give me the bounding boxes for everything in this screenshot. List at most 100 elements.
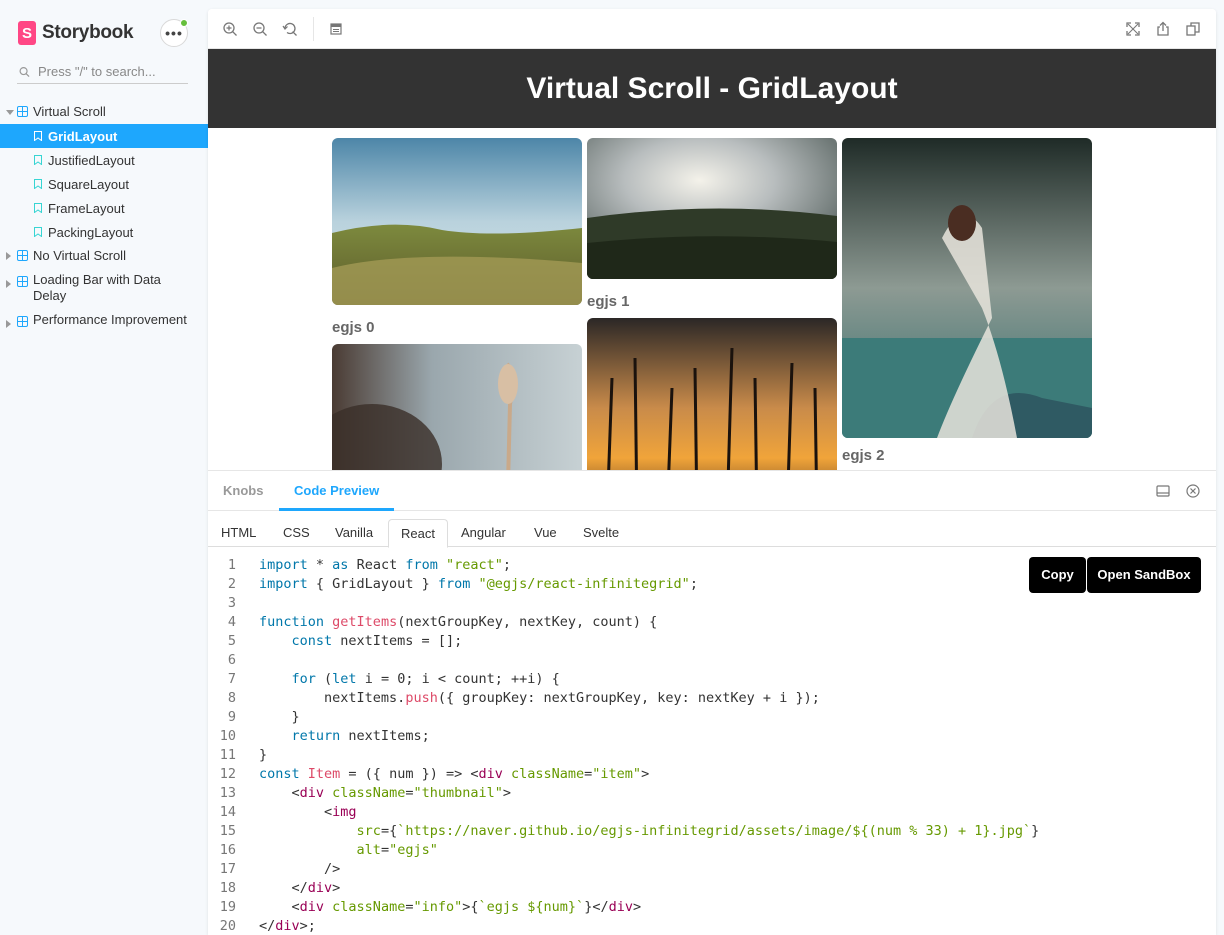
grid-item[interactable] [587, 318, 837, 470]
code-text: const Item = ({ num }) => <div className… [259, 766, 650, 782]
collapsed-arrow-icon [6, 280, 11, 288]
search-box[interactable] [17, 60, 188, 84]
story-label: SquareLayout [48, 176, 129, 192]
open-sandbox-button[interactable]: Open SandBox [1087, 557, 1201, 593]
copy-link-icon[interactable] [1185, 21, 1201, 37]
story-square-layout[interactable]: SquareLayout [0, 172, 208, 196]
code-text: function getItems(nextGroupKey, nextKey,… [259, 614, 658, 630]
bookmark-icon [34, 131, 42, 141]
line-number: 19 [219, 899, 236, 915]
storybook-logo-icon: S [18, 21, 36, 45]
code-text: </div>; [259, 918, 316, 934]
preview-toolbar [208, 9, 1216, 49]
code-text: <div className="info">{`egjs ${num}`}</d… [259, 899, 642, 915]
grid-item[interactable]: egjs 1 [587, 138, 837, 310]
line-number: 1 [227, 557, 236, 573]
collapsed-arrow-icon [6, 320, 11, 328]
thumbnail [587, 138, 837, 279]
tab-knobs[interactable]: Knobs [208, 471, 278, 511]
tab-react[interactable]: React [388, 519, 448, 548]
thumbnail [587, 318, 837, 470]
search-input[interactable] [38, 64, 188, 79]
item-info: egjs 0 [332, 319, 375, 336]
story-canvas[interactable]: Virtual Scroll - GridLayout egjs 0 egjs … [208, 49, 1216, 470]
code-text: import { GridLayout } from "@egjs/react-… [259, 576, 698, 592]
notification-dot [180, 19, 188, 27]
story-label: FrameLayout [48, 200, 125, 216]
line-number: 7 [227, 671, 236, 687]
component-icon [17, 250, 28, 261]
line-number: 11 [219, 747, 236, 763]
component-icon [17, 106, 28, 117]
background-icon[interactable] [328, 21, 344, 37]
tab-vanilla[interactable]: Vanilla [323, 519, 385, 547]
story-tree: Virtual Scroll GridLayout JustifiedLayou… [0, 100, 208, 348]
line-number: 2 [227, 576, 236, 592]
collapsed-arrow-icon [6, 252, 11, 260]
item-info: egjs 1 [587, 293, 630, 310]
zoom-reset-icon[interactable] [282, 21, 298, 37]
tab-angular[interactable]: Angular [449, 519, 518, 547]
code-text: </div> [259, 880, 341, 896]
story-packing-layout[interactable]: PackingLayout [0, 220, 208, 244]
line-number: 14 [219, 804, 236, 820]
zoom-out-icon[interactable] [252, 21, 268, 37]
story-label: PackingLayout [48, 224, 134, 240]
reed-image [332, 344, 582, 470]
code-text: alt="egjs" [356, 842, 438, 858]
story-frame-layout[interactable]: FrameLayout [0, 196, 208, 220]
tree-group-label: No Virtual Scroll [33, 248, 126, 263]
tree-group-loading-bar[interactable]: Loading Bar with Data Delay [0, 268, 208, 308]
zoom-in-icon[interactable] [222, 21, 238, 37]
ellipsis-icon: ••• [165, 25, 183, 41]
panel-orientation-icon[interactable] [1156, 484, 1170, 498]
tab-svelte[interactable]: Svelte [571, 519, 631, 547]
code-text: <div className="thumbnail"> [259, 785, 512, 801]
line-number: 8 [227, 690, 236, 706]
code-text: import * as React from "react"; [259, 557, 512, 573]
line-number: 10 [219, 728, 236, 744]
item-info: egjs 2 [842, 447, 885, 464]
grid-item[interactable] [332, 344, 582, 470]
tree-group-label: Performance Improvement [33, 312, 187, 327]
line-number: 20 [219, 918, 236, 934]
field-image [587, 138, 837, 279]
tree-group-no-virtual-scroll[interactable]: No Virtual Scroll [0, 244, 208, 268]
close-panel-icon[interactable] [1186, 484, 1200, 498]
brand[interactable]: S Storybook [18, 21, 134, 45]
sidebar: S Storybook ••• Virtual Scroll GridLayou… [0, 0, 208, 935]
code-block[interactable]: 1 import * as React from "react"; 2 import … [208, 556, 1216, 935]
code-text: src={`https://naver.github.io/egjs-infin… [356, 823, 1040, 839]
line-number: 15 [219, 823, 236, 839]
thumbnail [842, 138, 1092, 438]
addons-panel: Knobs Code Preview HTML CSS Vanilla Reac… [208, 470, 1216, 935]
bookmark-icon [34, 179, 42, 189]
language-tabs: HTML CSS Vanilla React Angular Vue Svelt… [208, 519, 1216, 548]
tab-code-preview[interactable]: Code Preview [279, 471, 395, 511]
search-icon [19, 66, 30, 77]
tab-vue[interactable]: Vue [522, 519, 569, 547]
story-grid-layout[interactable]: GridLayout [0, 124, 208, 148]
line-number: 16 [219, 842, 236, 858]
fullscreen-icon[interactable] [1125, 21, 1141, 37]
tab-html[interactable]: HTML [209, 519, 268, 547]
code-text: <img [259, 804, 357, 820]
grid-item[interactable]: egjs 0 [332, 138, 582, 336]
component-icon [17, 276, 28, 287]
bookmark-icon [34, 203, 42, 213]
brand-name: Storybook [42, 22, 134, 43]
copy-button[interactable]: Copy [1029, 557, 1086, 593]
addon-tab-bar: Knobs Code Preview [208, 471, 1216, 511]
grid-item[interactable]: egjs 2 [842, 138, 1092, 464]
tree-group-performance[interactable]: Performance Improvement [0, 308, 208, 348]
story-justified-layout[interactable]: JustifiedLayout [0, 148, 208, 172]
line-number: 18 [219, 880, 236, 896]
share-icon[interactable] [1155, 21, 1171, 37]
tree-group-virtual-scroll[interactable]: Virtual Scroll [0, 100, 208, 124]
line-number: 6 [227, 652, 236, 668]
component-icon [17, 316, 28, 327]
page-title: Virtual Scroll - GridLayout [208, 49, 1216, 128]
settings-menu-button[interactable]: ••• [160, 19, 188, 47]
line-number: 13 [219, 785, 236, 801]
tab-css[interactable]: CSS [271, 519, 322, 547]
